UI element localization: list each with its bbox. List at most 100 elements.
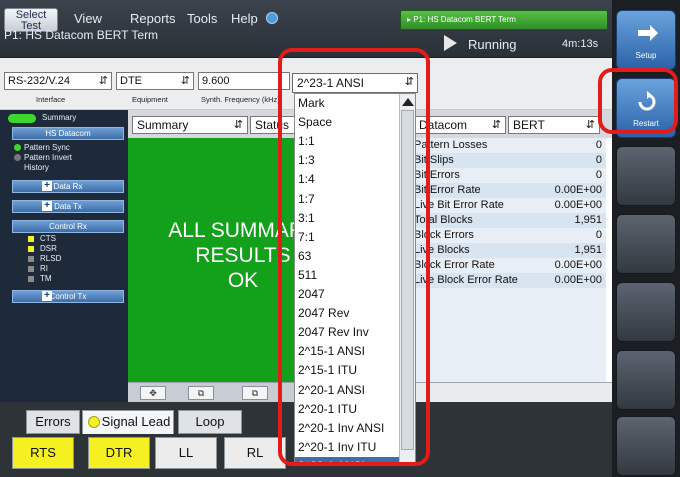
nav-pattern-sync[interactable]: Pattern Sync — [24, 143, 70, 152]
result-header: Datacom ⇵ BERT ⇵ — [400, 110, 612, 138]
table-row: Live Block Error Rate 0.00E+00 — [400, 273, 606, 288]
row-value: 0 — [595, 169, 602, 181]
row-value: 0.00E+00 — [554, 274, 602, 286]
table-row: Bit Error Rate 0.00E+00 — [400, 183, 606, 198]
left-nav: Summary HS Datacom Pattern Sync Pattern … — [0, 110, 128, 408]
stepper-icon: ⇵ — [233, 119, 243, 131]
row-value: 0 — [595, 139, 602, 151]
action-button-empty-1[interactable] — [616, 146, 676, 206]
table-row: Block Error Rate 0.00E+00 — [400, 258, 606, 273]
row-value: 0 — [595, 229, 602, 241]
signal-led-icon — [88, 416, 100, 428]
nav-summary[interactable]: Summary — [42, 113, 76, 122]
rts-button[interactable]: RTS — [12, 437, 74, 469]
result-group-select[interactable]: BERT ⇵ — [508, 116, 600, 134]
summary-result-area: ALL SUMMARY RESULTS OK — [128, 138, 318, 382]
row-value: 1,951 — [574, 214, 602, 226]
expand-plus-icon: + — [42, 181, 52, 191]
highlight-pattern-dropdown — [278, 48, 430, 466]
signal-off-icon — [28, 256, 34, 262]
interface-value: RS-232/V.24 — [8, 75, 70, 87]
stepper-icon: ⇵ — [491, 119, 501, 131]
row-value: 0.00E+00 — [554, 184, 602, 196]
summary-select[interactable]: Summary ⇵ — [132, 116, 248, 134]
tab-errors[interactable]: Errors — [26, 410, 80, 434]
menu-view[interactable]: View — [74, 11, 102, 26]
result-group-value: BERT — [513, 118, 545, 132]
menu-reports[interactable]: Reports — [130, 11, 176, 26]
highlight-restart — [598, 68, 678, 134]
interface-select[interactable]: RS-232/V.24 ⇵ — [4, 72, 112, 90]
nav-signal-dsr: DSR — [40, 244, 57, 253]
app-window: Select Test View Reports Tools Help P1: … — [0, 0, 680, 477]
stepper-icon: ⇵ — [180, 75, 190, 87]
nav-signal-tm: TM — [40, 274, 52, 283]
move-icon[interactable]: ✥ — [140, 386, 166, 400]
nav-signal-rlsd: RLSD — [40, 254, 62, 263]
action-button-empty-3[interactable] — [616, 282, 676, 342]
table-row: Block Errors 0 — [400, 228, 606, 243]
nav-data-tx[interactable]: Data Tx — [12, 200, 124, 213]
action-button-empty-4[interactable] — [616, 350, 676, 410]
nav-hs-datacom[interactable]: HS Datacom — [12, 127, 124, 140]
summary-header: Summary ⇵ Status — [128, 110, 310, 138]
tab-signal-lead[interactable]: Signal Lead — [82, 410, 174, 434]
nav-control-tx-label: Control Tx — [49, 292, 87, 301]
summary-status-led — [8, 114, 36, 123]
table-row: Live Bit Error Rate 0.00E+00 — [400, 198, 606, 213]
interface-label: Interface — [36, 95, 66, 104]
play-icon — [444, 35, 457, 51]
row-value: 1,951 — [574, 244, 602, 256]
tab-signal-lead-label: Signal Lead — [101, 414, 171, 429]
synth-frequency-field[interactable]: 9.600 — [198, 72, 290, 90]
nav-control-tx[interactable]: Control Tx — [12, 290, 124, 303]
nav-signal-cts: CTS — [40, 234, 56, 243]
nav-data-tx-label: Data Tx — [54, 202, 82, 211]
menu-help[interactable]: Help — [231, 11, 258, 26]
signal-on-icon — [28, 246, 34, 252]
dtr-button[interactable]: DTR — [88, 437, 150, 469]
equipment-label: Equipment — [132, 95, 168, 104]
tab-loop[interactable]: Loop — [178, 410, 242, 434]
menu-tools[interactable]: Tools — [187, 11, 217, 26]
nav-history[interactable]: History — [24, 163, 49, 172]
paste-icon[interactable]: ⧉ — [242, 386, 268, 400]
synth-frequency-label: Synth. Frequency (kHz) — [201, 95, 280, 104]
expand-plus-icon: + — [42, 201, 52, 211]
run-status: Running — [468, 37, 517, 52]
row-value: 0.00E+00 — [554, 199, 602, 211]
rl-button[interactable]: RL — [224, 437, 286, 469]
result-footer — [400, 382, 612, 402]
action-button-empty-5[interactable] — [616, 416, 676, 476]
table-row: Pattern Losses 0 — [400, 138, 606, 153]
copy-icon[interactable]: ⧉ — [188, 386, 214, 400]
setup-label: Setup — [635, 51, 657, 60]
test-tab[interactable]: ▸ P1: HS Datacom BERT Term — [400, 10, 608, 30]
summary-toolbar: ✥ ⧉ ⧉ — [128, 382, 298, 402]
help-globe-icon[interactable] — [266, 12, 278, 24]
signal-off-icon — [28, 276, 34, 282]
row-value: 0.00E+00 — [554, 259, 602, 271]
equipment-select[interactable]: DTE ⇵ — [116, 72, 194, 90]
expand-plus-icon: + — [42, 291, 52, 301]
status-dot-icon — [14, 154, 21, 161]
nav-control-rx[interactable]: Control Rx — [12, 220, 124, 233]
row-value: 0 — [595, 154, 602, 166]
arrow-right-icon — [638, 25, 658, 41]
ll-button[interactable]: LL — [155, 437, 217, 469]
table-row: Live Blocks 1,951 — [400, 243, 606, 258]
signal-on-icon — [28, 236, 34, 242]
elapsed-time: 4m:13s — [562, 38, 599, 50]
setup-button[interactable]: Setup — [616, 10, 676, 70]
nav-pattern-invert[interactable]: Pattern Invert — [24, 153, 72, 162]
nav-data-rx[interactable]: Data Rx — [12, 180, 124, 193]
stepper-icon: ⇵ — [585, 119, 595, 131]
status-dot-icon — [14, 144, 21, 151]
nav-data-rx-label: Data Rx — [53, 182, 83, 191]
action-button-empty-2[interactable] — [616, 214, 676, 274]
summary-select-value: Summary — [137, 118, 189, 132]
stepper-icon: ⇵ — [98, 75, 108, 87]
result-table: Pattern Losses 0 Bit Slips 0 Bit Errors 0 B… — [400, 138, 606, 382]
table-row: Bit Slips 0 — [400, 153, 606, 168]
equipment-value: DTE — [120, 75, 142, 87]
